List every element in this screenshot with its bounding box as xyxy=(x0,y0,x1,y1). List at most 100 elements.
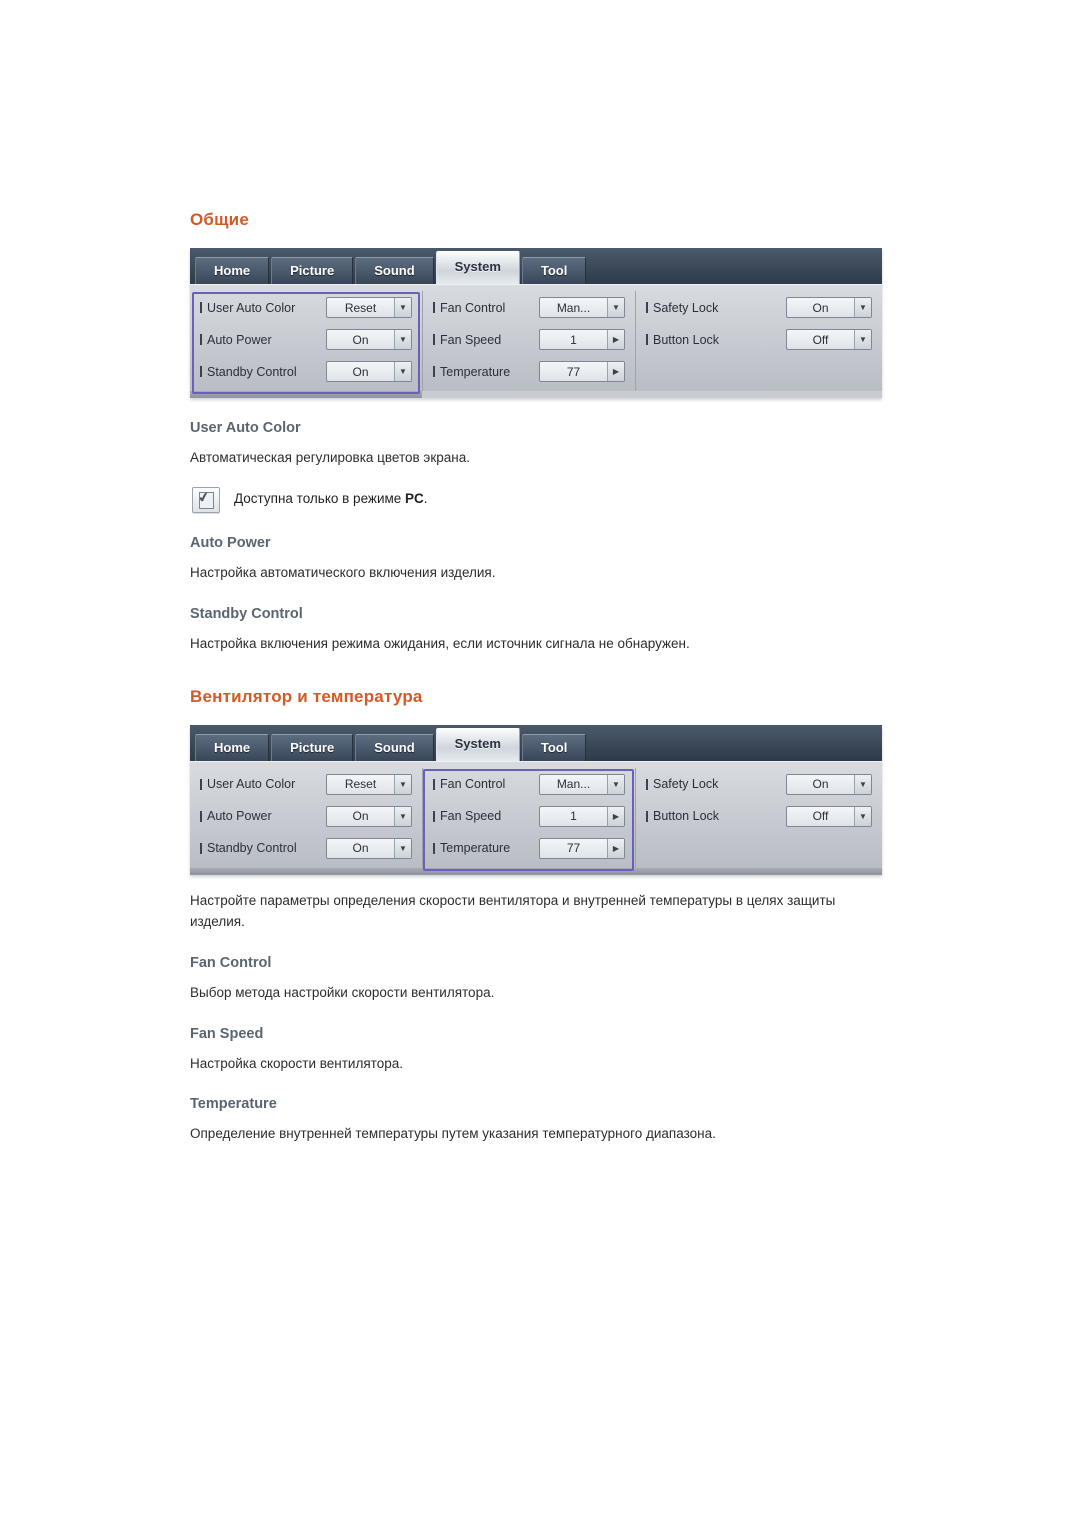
osd-field-user-auto-color[interactable]: Reset ▼ xyxy=(326,773,412,795)
chevron-down-icon[interactable]: ▼ xyxy=(607,298,624,317)
osd-label-auto-power: Auto Power xyxy=(200,333,272,347)
osd-label-safety-lock: Safety Lock xyxy=(646,301,718,315)
text-fan-control: Выбор метода настройки скорости вентилят… xyxy=(190,984,495,1000)
osd-tab-home[interactable]: Home xyxy=(195,733,270,761)
bullet-bar-icon xyxy=(646,810,648,822)
osd-field-fan-control[interactable]: Man... ▼ xyxy=(539,773,625,795)
section-title-fan-temperature: Вентилятор и температура xyxy=(190,686,423,706)
osd-value-user-auto-color: Reset xyxy=(344,300,377,315)
chevron-down-icon[interactable]: ▼ xyxy=(607,774,624,794)
osd-screenshot-general: Home Picture Sound System Tool User Auto… xyxy=(190,248,882,398)
osd-column-lock: Safety Lock On ▼ Button Lock Off ▼ xyxy=(635,767,882,868)
osd-field-user-auto-color[interactable]: Reset ▼ xyxy=(326,297,412,318)
osd-row-auto-power: Auto Power On ▼ xyxy=(194,326,418,353)
osd-tab-picture[interactable]: Picture xyxy=(271,257,354,284)
chevron-down-icon[interactable]: ▼ xyxy=(394,806,411,826)
text-auto-power: Настройка автоматического включения изде… xyxy=(190,564,496,580)
bullet-bar-icon xyxy=(646,334,648,345)
bullet-bar-icon xyxy=(433,778,435,790)
osd-screenshot-fan: Home Picture Sound System Tool User Auto… xyxy=(190,724,882,875)
osd-row-auto-power: Auto Power On ▼ xyxy=(194,803,418,830)
osd-field-safety-lock[interactable]: On ▼ xyxy=(786,773,872,795)
chevron-right-icon[interactable]: ▶ xyxy=(607,838,624,858)
osd-bottom-shadow xyxy=(190,867,882,875)
osd-field-fan-speed[interactable]: 1 ▶ xyxy=(539,805,625,827)
bullet-bar-icon xyxy=(433,334,435,345)
osd-label-user-auto-color: User Auto Color xyxy=(200,301,295,315)
osd-row-standby-control: Standby Control On ▼ xyxy=(194,358,418,385)
osd-field-auto-power[interactable]: On ▼ xyxy=(326,805,412,827)
chevron-down-icon[interactable]: ▼ xyxy=(394,298,411,317)
osd-field-auto-power[interactable]: On ▼ xyxy=(326,329,412,350)
osd-row-temperature: Temperature 77 ▶ xyxy=(427,835,631,862)
osd-row-temperature: Temperature 77 ▶ xyxy=(427,358,631,385)
chevron-right-icon[interactable]: ▶ xyxy=(607,806,624,826)
osd-value-button-lock: Off xyxy=(812,809,829,824)
osd-value-safety-lock: On xyxy=(812,300,829,315)
osd-tab-picture[interactable]: Picture xyxy=(271,733,354,761)
chevron-down-icon[interactable]: ▼ xyxy=(854,330,871,349)
chevron-down-icon[interactable]: ▼ xyxy=(854,806,871,826)
osd-tab-sound[interactable]: Sound xyxy=(355,257,434,284)
osd-row-fan-control: Fan Control Man... ▼ xyxy=(427,771,631,798)
note-bold-pc: PC xyxy=(405,490,424,506)
bullet-bar-icon xyxy=(646,302,648,313)
osd-field-button-lock[interactable]: Off ▼ xyxy=(786,329,872,350)
osd-field-fan-control[interactable]: Man... ▼ xyxy=(539,297,625,318)
osd-field-button-lock[interactable]: Off ▼ xyxy=(786,805,872,827)
osd-value-standby-control: On xyxy=(352,841,369,856)
osd-label-fan-control: Fan Control xyxy=(433,301,505,315)
osd-tab-system[interactable]: System xyxy=(435,251,520,284)
bullet-bar-icon xyxy=(433,810,435,822)
osd-field-temperature[interactable]: 77 ▶ xyxy=(539,837,625,859)
text-user-auto-color: Автоматическая регулировка цветов экрана… xyxy=(190,450,470,465)
chevron-down-icon[interactable]: ▼ xyxy=(854,774,871,794)
osd-row-fan-control: Fan Control Man... ▼ xyxy=(427,294,631,321)
osd-value-fan-control: Man... xyxy=(556,300,591,315)
osd-value-temperature: 77 xyxy=(566,841,581,856)
osd-tab-bar: Home Picture Sound System Tool xyxy=(190,248,882,284)
osd-field-temperature[interactable]: 77 ▶ xyxy=(539,361,625,382)
osd-tab-tool[interactable]: Tool xyxy=(521,257,587,284)
chevron-right-icon[interactable]: ▶ xyxy=(607,362,624,381)
osd-tab-tool[interactable]: Tool xyxy=(521,733,587,761)
osd-tab-home[interactable]: Home xyxy=(195,257,270,284)
osd-label-fan-control: Fan Control xyxy=(433,777,505,791)
chevron-right-icon[interactable]: ▶ xyxy=(607,330,624,349)
heading-fan-control: Fan Control xyxy=(190,954,272,971)
osd-value-fan-speed: 1 xyxy=(570,332,577,347)
bullet-bar-icon xyxy=(200,810,202,822)
osd-column-general: User Auto Color Reset ▼ Auto Power On ▼ xyxy=(190,291,422,394)
osd-field-standby-control[interactable]: On ▼ xyxy=(326,361,412,382)
text-fan-speed: Настройка скорости вентилятора. xyxy=(190,1055,403,1071)
heading-temperature: Temperature xyxy=(190,1096,277,1113)
chevron-down-icon[interactable]: ▼ xyxy=(394,330,411,349)
osd-tab-sound[interactable]: Sound xyxy=(355,733,434,761)
osd-column-lock: Safety Lock On ▼ Button Lock Off ▼ xyxy=(635,291,882,391)
osd-label-fan-speed: Fan Speed xyxy=(433,809,501,823)
osd-field-safety-lock[interactable]: On ▼ xyxy=(786,297,872,318)
osd-value-auto-power: On xyxy=(352,809,369,824)
osd-label-standby-control: Standby Control xyxy=(200,365,297,379)
document-page: Общие Home Picture Sound System Tool Use… xyxy=(0,0,1080,1527)
heading-standby-control: Standby Control xyxy=(190,605,303,622)
chevron-down-icon[interactable]: ▼ xyxy=(394,362,411,381)
osd-row-safety-lock: Safety Lock On ▼ xyxy=(640,294,878,321)
chevron-down-icon[interactable]: ▼ xyxy=(854,298,871,317)
page-content: Общие Home Picture Sound System Tool Use… xyxy=(190,210,890,1153)
osd-tab-system[interactable]: System xyxy=(435,727,520,761)
bullet-bar-icon xyxy=(200,302,202,313)
osd-row-user-auto-color: User Auto Color Reset ▼ xyxy=(194,771,418,798)
heading-user-auto-color: User Auto Color xyxy=(190,420,301,436)
osd-label-temperature: Temperature xyxy=(433,841,510,855)
osd-value-user-auto-color: Reset xyxy=(344,777,377,792)
chevron-down-icon[interactable]: ▼ xyxy=(394,838,411,858)
osd-field-standby-control[interactable]: On ▼ xyxy=(326,837,412,859)
osd-field-fan-speed[interactable]: 1 ▶ xyxy=(539,329,625,350)
note-pencil-icon xyxy=(192,486,220,513)
osd-value-fan-speed: 1 xyxy=(570,809,577,824)
chevron-down-icon[interactable]: ▼ xyxy=(394,774,411,794)
bullet-bar-icon xyxy=(433,366,435,377)
bullet-bar-icon xyxy=(200,842,202,854)
osd-label-fan-speed: Fan Speed xyxy=(433,333,501,347)
